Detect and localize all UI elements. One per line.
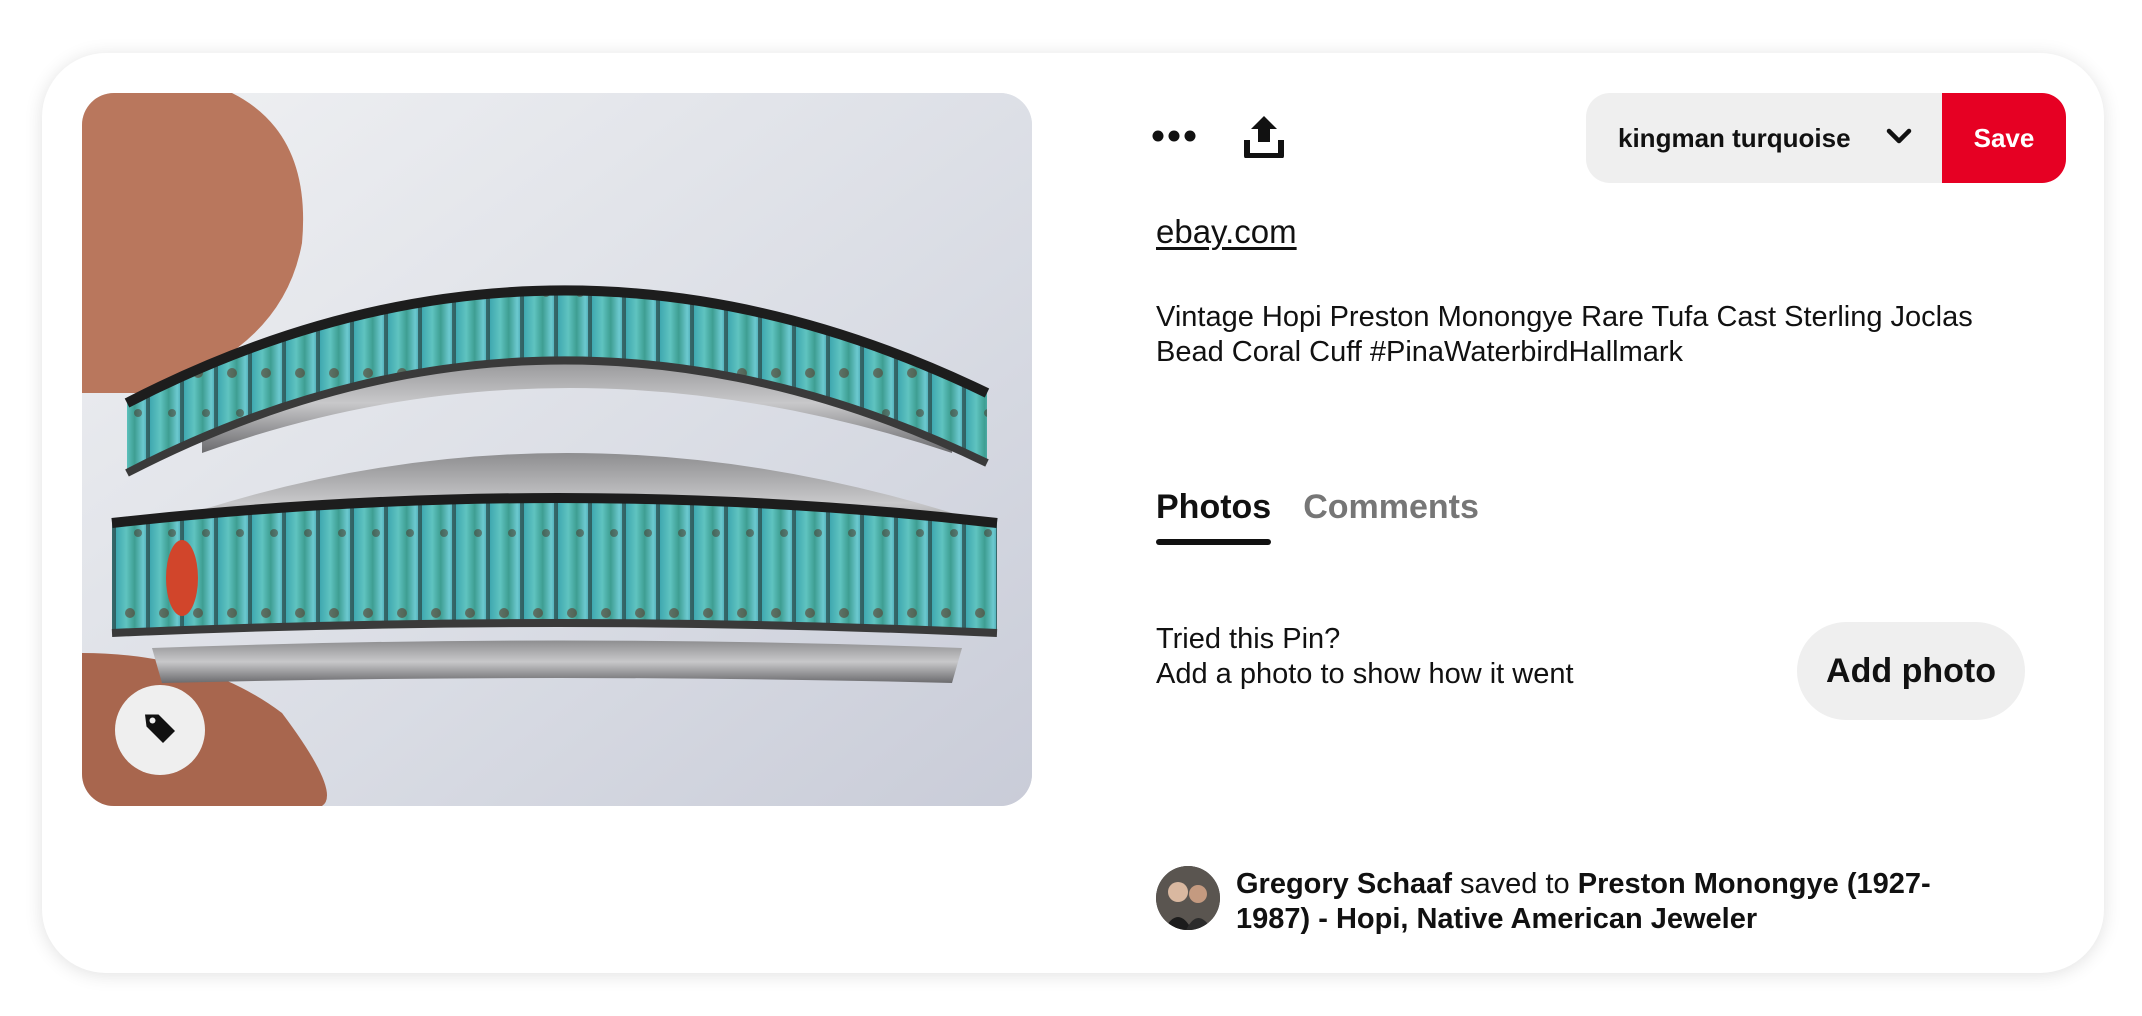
add-photo-button[interactable]: Add photo — [1797, 622, 2025, 720]
avatar[interactable] — [1156, 866, 1220, 930]
saved-by-line: Gregory Schaaf saved to Preston Monongye… — [1236, 867, 1996, 937]
tab-photos[interactable]: Photos — [1156, 488, 1272, 545]
more-options-button[interactable] — [1142, 106, 1206, 170]
tag-icon — [142, 710, 178, 751]
pin-description: Vintage Hopi Preston Monongye Rare Tufa … — [1156, 301, 1973, 368]
share-button[interactable] — [1232, 106, 1296, 170]
chevron-down-icon — [1886, 127, 1912, 150]
bracelet-illustration — [82, 93, 1032, 806]
tried-title: Tried this Pin? — [1156, 623, 1341, 655]
board-select-dropdown[interactable]: kingman turquoise — [1586, 93, 1942, 183]
source-link[interactable]: ebay.com — [1156, 213, 1297, 251]
ellipsis-icon — [1152, 129, 1196, 147]
save-button[interactable]: Save — [1942, 93, 2066, 183]
share-upload-icon — [1244, 114, 1284, 163]
board-select-label: kingman turquoise — [1618, 122, 1851, 153]
tab-bar: Photos Comments — [1156, 488, 1479, 545]
tab-comments[interactable]: Comments — [1303, 488, 1479, 545]
saver-name[interactable]: Gregory Schaaf — [1236, 868, 1452, 900]
shop-tag-button[interactable] — [115, 685, 205, 775]
pin-image[interactable] — [82, 93, 1032, 806]
tried-subtitle: Add a photo to show how it went — [1156, 658, 1574, 690]
saved-to-text: saved to — [1460, 868, 1570, 900]
tried-prompt: Tried this Pin? Add a photo to show how … — [1156, 622, 1574, 692]
